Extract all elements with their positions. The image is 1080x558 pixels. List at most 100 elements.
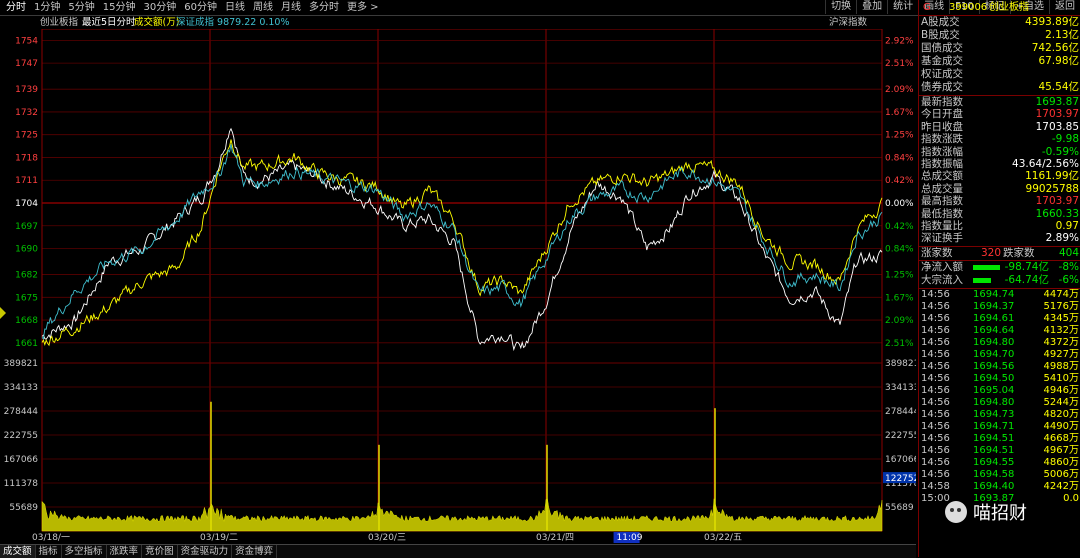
bottom-tab-1[interactable]: 指标: [36, 545, 62, 558]
panel-row: 深证换手 2.89%: [921, 232, 1079, 244]
y-tick-right: 0.00%: [885, 199, 914, 209]
period-tabs: 分时 1分钟 5分钟 15分钟 30分钟 60分钟 日线 周线 月线 多分时 更多 >: [2, 1, 383, 14]
bottom-tab-3[interactable]: 涨跌率: [107, 545, 143, 558]
x-tick-label: 03/20/三: [368, 533, 406, 543]
tick-volume: 4946万: [1043, 384, 1079, 396]
bottom-tab-4[interactable]: 竞价图: [142, 545, 178, 558]
period-tab-7[interactable]: 周线: [249, 1, 277, 14]
tick-volume: 5176万: [1043, 300, 1079, 312]
row-label: 债券成交: [921, 81, 963, 93]
overlay-label[interactable]: 深证成指 9879.22 0.10%: [176, 16, 290, 29]
panel-row: 最高指数 1703.97: [921, 195, 1079, 207]
bottom-tab-2[interactable]: 多空指标: [62, 545, 107, 558]
tool-button-2[interactable]: 统计: [887, 0, 918, 14]
row-label: 深证换手: [921, 232, 963, 245]
tick-time: 14:56: [921, 396, 950, 408]
tick-price: 1694.70: [973, 348, 1015, 360]
row-label: 最高指数: [921, 195, 963, 208]
period-tab-6[interactable]: 日线: [221, 1, 249, 14]
period-tab-1[interactable]: 1分钟: [30, 1, 64, 14]
period-tab-0[interactable]: 分时: [2, 1, 30, 14]
row-label: A股成交: [921, 16, 960, 28]
scroll-left-icon[interactable]: [0, 307, 6, 319]
row-value: 1161.99亿: [1025, 170, 1079, 183]
row-label: 指数振幅: [921, 158, 963, 170]
y-tick-right: 2.51%: [885, 59, 914, 69]
volume-tick-left: 167066: [4, 455, 39, 465]
flow-pct: -8%: [1058, 260, 1079, 273]
panel-row: 总成交量 99025788: [921, 183, 1079, 195]
row-label: 基金成交: [921, 55, 963, 67]
tick-time: 14:56: [921, 324, 950, 336]
row-value: 4393.89亿: [1025, 16, 1079, 28]
volume-tick-left: 389821: [4, 359, 38, 369]
bottom-tab-0[interactable]: 成交额: [0, 545, 36, 558]
row-label: 指数涨跌: [921, 133, 963, 146]
tick-time: 14:56: [921, 312, 950, 324]
y-tick-right: 0.42%: [885, 176, 914, 186]
row-value: 1660.33: [1035, 207, 1079, 220]
bottom-tabs: 成交额 指标 多空指标 涨跌率 竞价图 资金驱动力 资金博弈: [0, 544, 916, 558]
y-tick-left: 1690: [15, 245, 38, 255]
period-tab-4[interactable]: 30分钟: [139, 1, 180, 14]
period-tab-10[interactable]: 更多 >: [343, 1, 383, 14]
panel-index-name: 创业板指: [989, 2, 1029, 13]
y-tick-right: 1.25%: [885, 271, 914, 281]
flow-pct: -6%: [1058, 273, 1079, 286]
bottom-tab-6[interactable]: 资金博弈: [232, 545, 278, 558]
period-tab-8[interactable]: 月线: [277, 1, 305, 14]
bottom-tab-5[interactable]: 资金驱动力: [178, 545, 233, 558]
tick-row: 14:56 1694.70 4927万: [921, 349, 1079, 361]
badge: G: [923, 2, 931, 13]
volume-tick-right: 222755: [885, 431, 916, 441]
tick-price: 1694.50: [973, 372, 1015, 384]
tick-row: 14:56 1694.64 4132万: [921, 325, 1079, 337]
volume-tick-right: 334133: [885, 383, 916, 393]
period-tab-9[interactable]: 多分时: [305, 1, 343, 14]
period-tab-5[interactable]: 60分钟: [180, 1, 221, 14]
y-tick-left: 1754: [15, 36, 38, 46]
tick-price: 1694.61: [973, 312, 1015, 324]
tick-volume: 4967万: [1043, 444, 1079, 456]
row-value: 67.98亿: [1038, 55, 1079, 67]
period-tab-2[interactable]: 5分钟: [64, 1, 98, 14]
panel-row: 指数涨幅 -0.59%: [921, 146, 1079, 158]
volume-tick-left: 278444: [4, 407, 39, 417]
y-tick-left: 1697: [15, 222, 38, 232]
tool-button-0[interactable]: 切换: [825, 0, 856, 14]
row-value: 2.89%: [1045, 232, 1079, 245]
cursor-time: 11:09: [617, 533, 643, 543]
tick-volume: 5244万: [1043, 396, 1079, 408]
watermark: 喵招财: [945, 497, 1077, 527]
row-value: 1693.87: [1035, 96, 1079, 108]
tick-volume: 4490万: [1043, 420, 1079, 432]
flow-row: 大宗流入 -64.74亿 -6%: [921, 274, 1079, 286]
volume-tick-right: 167066: [885, 455, 916, 465]
row-value: 99025788: [1025, 182, 1079, 195]
x-tick-label: 03/18/一: [32, 533, 70, 543]
y-tick-left: 1739: [15, 85, 38, 95]
indicator-label[interactable]: 成交额(万): [134, 16, 179, 29]
rise-count: 320: [981, 246, 1002, 259]
panel-row: 最新指数 1693.87: [921, 96, 1079, 108]
y-tick-right: 2.92%: [885, 36, 914, 46]
period-tab-3[interactable]: 15分钟: [99, 1, 140, 14]
volume-tick-left: 55689: [9, 503, 38, 513]
tick-row: 14:56 1694.71 4490万: [921, 421, 1079, 433]
tick-volume: 5006万: [1043, 468, 1079, 480]
y-tick-right: 0.84%: [885, 245, 914, 255]
tick-price: 1694.71: [973, 420, 1015, 432]
tick-time: 14:56: [921, 408, 950, 420]
tick-price: 1694.64: [973, 324, 1015, 336]
volume-tick-left: 222755: [4, 431, 38, 441]
tool-button-1[interactable]: 叠加: [856, 0, 887, 14]
intraday-chart[interactable]: 1754 2.92% 1747 2.51% 1739 2.09% 1732 1.67% 1725…: [0, 29, 916, 544]
price-series-1: [41, 139, 883, 347]
x-tick-label: 03/22/五: [704, 533, 742, 543]
overlay-index-label[interactable]: 沪深指数: [829, 16, 867, 29]
range-label[interactable]: 最近5日分时: [82, 16, 136, 29]
tick-price: 1694.80: [973, 396, 1015, 408]
row-label: 权证成交: [921, 68, 963, 80]
watermark-text: 喵招财: [973, 503, 1027, 524]
tick-price: 1694.74: [973, 288, 1015, 300]
